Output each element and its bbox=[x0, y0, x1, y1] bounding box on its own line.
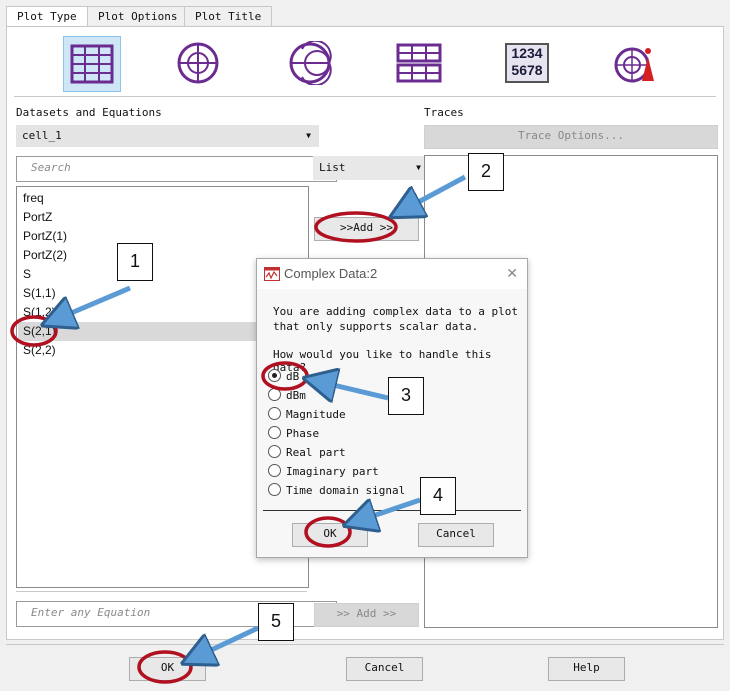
chevron-down-icon: ▼ bbox=[416, 163, 421, 172]
radio-label: Magnitude bbox=[286, 408, 346, 421]
radio-label: Phase bbox=[286, 427, 320, 440]
ok-button-label: OK bbox=[160, 661, 175, 674]
app-icon bbox=[264, 267, 280, 284]
list-item[interactable]: PortZ bbox=[23, 208, 52, 227]
dialog-ok-label: OK bbox=[323, 527, 337, 540]
list-item[interactable]: S(1,2) bbox=[23, 303, 56, 322]
help-button-label: Help bbox=[573, 661, 600, 674]
view-mode-combo[interactable]: List ▼ bbox=[313, 156, 429, 180]
radio-time-domain-signal[interactable]: Time domain signal bbox=[268, 482, 405, 500]
dialog-divider bbox=[263, 510, 521, 511]
radio-label: Imaginary part bbox=[286, 465, 379, 478]
list-item[interactable]: S(1,1) bbox=[23, 284, 56, 303]
tab-plot-type-label: Plot Type bbox=[17, 10, 77, 23]
dialog-title-bar: Complex Data:2 ✕ bbox=[257, 259, 527, 289]
radio-label: Real part bbox=[286, 446, 346, 459]
dataset-combo-value: cell_1 bbox=[22, 129, 62, 142]
add-equation-button[interactable]: >> Add >> bbox=[314, 603, 419, 627]
dialog-message-line1: You are adding complex data to a plot bbox=[273, 305, 519, 318]
equation-placeholder: Enter any Equation bbox=[31, 606, 151, 619]
radio-phase[interactable]: Phase bbox=[268, 425, 319, 443]
dialog-message: You are adding complex data to a plot th… bbox=[273, 304, 518, 334]
radio-icon bbox=[268, 445, 281, 458]
dialog-message-line2: that only supports scalar data. bbox=[273, 320, 479, 333]
icon-divider bbox=[14, 96, 716, 97]
list-item[interactable]: freq bbox=[23, 189, 44, 208]
add-equation-label: >> Add >> bbox=[336, 607, 397, 620]
dialog-cancel-label: Cancel bbox=[436, 527, 476, 540]
dataset-combo[interactable]: cell_1 ▼ bbox=[16, 125, 319, 147]
tab-bar: Plot Type Plot Options Plot Title bbox=[6, 6, 724, 29]
radio-real-part[interactable]: Real part bbox=[268, 444, 346, 462]
search-input[interactable]: Search bbox=[16, 156, 337, 182]
chevron-down-icon: ▼ bbox=[306, 131, 311, 140]
radio-icon bbox=[268, 483, 281, 496]
tab-plot-options-label: Plot Options bbox=[98, 10, 178, 23]
list-item-selected[interactable]: S(2,1) bbox=[23, 322, 56, 341]
radio-icon bbox=[268, 426, 281, 439]
radio-label: Time domain signal bbox=[286, 484, 406, 497]
callout-1: 1 bbox=[117, 243, 153, 281]
radio-icon bbox=[268, 464, 281, 477]
tab-plot-title-label: Plot Title bbox=[195, 10, 262, 23]
radio-dbm[interactable]: dBm bbox=[268, 387, 306, 405]
radio-label: dB bbox=[286, 370, 300, 383]
dialog-ok-button[interactable]: OK bbox=[292, 523, 368, 547]
dialog-cancel-button[interactable]: Cancel bbox=[418, 523, 494, 547]
list-item[interactable]: PortZ(1) bbox=[23, 227, 67, 246]
add-button-label: >>Add >> bbox=[340, 221, 393, 234]
add-button[interactable]: >>Add >> bbox=[314, 217, 419, 241]
datasets-label: Datasets and Equations bbox=[16, 106, 162, 119]
radio-imaginary-part[interactable]: Imaginary part bbox=[268, 463, 379, 481]
dialog-title: Complex Data:2 bbox=[284, 266, 378, 281]
antenna-plot-icon[interactable] bbox=[606, 36, 662, 90]
list-item[interactable]: S bbox=[23, 265, 31, 284]
rectangular-plot-icon[interactable] bbox=[63, 36, 121, 92]
ok-button[interactable]: OK bbox=[129, 657, 206, 681]
callout-3: 3 bbox=[388, 377, 424, 415]
trace-options-button[interactable]: Trace Options... bbox=[424, 125, 718, 149]
list-plot-text-top: 1234 bbox=[511, 45, 543, 61]
bottom-divider bbox=[6, 644, 724, 645]
view-mode-value: List bbox=[319, 161, 346, 174]
list-item[interactable]: S(2,2) bbox=[23, 341, 56, 360]
search-placeholder: Search bbox=[31, 161, 71, 174]
list-item[interactable]: PortZ(2) bbox=[23, 246, 67, 265]
callout-4: 4 bbox=[420, 477, 456, 515]
smith-chart-icon[interactable] bbox=[282, 36, 338, 90]
radio-icon bbox=[268, 407, 281, 420]
tab-plot-title[interactable]: Plot Title bbox=[184, 6, 273, 27]
help-button[interactable]: Help bbox=[548, 657, 625, 681]
radio-icon bbox=[268, 388, 281, 401]
radio-db[interactable]: dB bbox=[268, 368, 299, 386]
radio-label: dBm bbox=[286, 389, 306, 402]
list-plot-icon[interactable]: 1234 5678 bbox=[499, 36, 555, 90]
trace-options-label: Trace Options... bbox=[518, 129, 624, 142]
radio-magnitude[interactable]: Magnitude bbox=[268, 406, 346, 424]
dialog-question: How would you like to handle this data? bbox=[273, 348, 492, 374]
cancel-button-label: Cancel bbox=[364, 661, 405, 674]
list-plot-text-bottom: 5678 bbox=[511, 62, 543, 78]
polar-plot-icon[interactable] bbox=[170, 36, 226, 90]
callout-5: 5 bbox=[258, 603, 294, 641]
stacked-rectangular-plot-icon[interactable] bbox=[391, 36, 447, 90]
tab-plot-options[interactable]: Plot Options bbox=[87, 6, 189, 27]
equation-divider bbox=[16, 591, 307, 592]
close-icon[interactable]: ✕ bbox=[506, 265, 518, 282]
cancel-button[interactable]: Cancel bbox=[346, 657, 423, 681]
radio-selected-icon bbox=[268, 369, 281, 382]
callout-2: 2 bbox=[468, 153, 504, 191]
traces-label: Traces bbox=[424, 106, 464, 119]
